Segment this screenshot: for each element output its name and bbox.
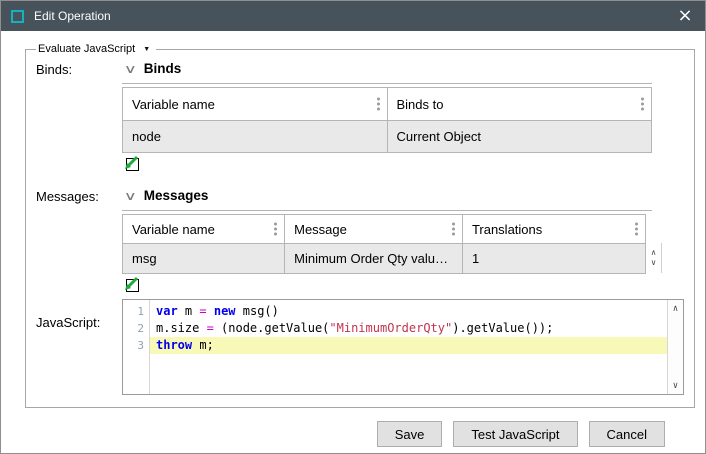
column-header-variable-name[interactable]: Variable name <box>123 88 388 121</box>
column-menu-icon[interactable] <box>452 228 455 231</box>
scroll-down-icon[interactable]: ∨ <box>673 381 678 391</box>
edit-operation-dialog: Edit Operation × Evaluate JavaScript ▼ B… <box>0 0 706 454</box>
panel-legend[interactable]: Evaluate JavaScript ▼ <box>36 43 156 55</box>
dialog-body: Evaluate JavaScript ▼ Binds: ∨ Binds Var… <box>1 31 705 447</box>
scroll-up-icon[interactable]: ∧ <box>651 249 657 257</box>
messages-label: Messages: <box>34 186 122 293</box>
code-line-3[interactable]: throw m; <box>150 337 667 354</box>
table-row[interactable]: nodeCurrent Object <box>123 121 652 153</box>
test-javascript-button[interactable]: Test JavaScript <box>453 421 577 447</box>
column-menu-icon[interactable] <box>635 228 638 231</box>
binds-section-title: Binds <box>144 61 182 76</box>
column-header-binds-to[interactable]: Binds to <box>387 88 652 121</box>
code-token-plain: ).getValue()); <box>452 321 553 335</box>
table-cell[interactable]: 1 <box>462 244 645 274</box>
binds-row: Binds: ∨ Binds Variable name Binds to node… <box>34 59 684 172</box>
window-title: Edit Operation <box>34 9 111 23</box>
messages-scrollbar[interactable]: ∧ ∨ <box>646 243 662 273</box>
binds-add-record-button[interactable] <box>123 155 141 172</box>
code-token-plain: (node.getValue( <box>214 321 330 335</box>
binds-section-header[interactable]: ∨ Binds <box>122 59 652 84</box>
table-cell[interactable]: node <box>123 121 388 153</box>
column-header-label: Variable name <box>132 97 215 112</box>
table-cell[interactable]: Minimum Order Qty value i... <box>285 244 463 274</box>
messages-section-title: Messages <box>144 188 209 203</box>
evaluate-javascript-panel: Evaluate JavaScript ▼ Binds: ∨ Binds Var… <box>25 43 695 408</box>
table-row[interactable]: msgMinimum Order Qty value i...1 <box>123 244 646 274</box>
code-line-2[interactable]: m.size = (node.getValue("MinimumOrderQty… <box>150 320 667 337</box>
code-area[interactable]: var m = new msg()m.size = (node.getValue… <box>150 300 667 394</box>
code-token-keyword: new <box>214 304 236 318</box>
new-record-icon <box>123 276 141 293</box>
code-token-plain: m <box>178 304 200 318</box>
collapse-chevron-icon[interactable]: ∨ <box>124 189 137 203</box>
binds-label: Binds: <box>34 59 122 172</box>
line-number: 3 <box>123 337 144 354</box>
scroll-up-icon[interactable]: ∧ <box>673 304 678 314</box>
column-menu-icon[interactable] <box>274 228 277 231</box>
line-number: 1 <box>123 303 144 320</box>
messages-row: Messages: ∨ Messages Variable name Messag… <box>34 186 684 293</box>
column-header-variable-name[interactable]: Variable name <box>123 215 285 244</box>
cancel-button[interactable]: Cancel <box>589 421 665 447</box>
code-line-1[interactable]: var m = new msg() <box>150 303 667 320</box>
column-menu-icon[interactable] <box>377 103 380 106</box>
dropdown-arrow-icon[interactable]: ▼ <box>143 46 150 53</box>
code-token-keyword: throw <box>156 338 192 352</box>
column-header-translations[interactable]: Translations <box>462 215 645 244</box>
code-token-plain <box>207 304 214 318</box>
code-token-plain: m; <box>192 338 214 352</box>
line-number: 2 <box>123 320 144 337</box>
titlebar: Edit Operation × <box>1 1 705 31</box>
messages-add-record-button[interactable] <box>123 276 141 293</box>
scroll-down-icon[interactable]: ∨ <box>651 259 657 267</box>
binds-table: Variable name Binds to nodeCurrent Object <box>122 87 652 153</box>
column-header-label: Binds to <box>397 97 444 112</box>
code-token-operator: = <box>199 304 206 318</box>
app-icon <box>11 10 24 23</box>
column-menu-icon[interactable] <box>641 103 644 106</box>
collapse-chevron-icon[interactable]: ∨ <box>124 62 137 76</box>
column-header-label: Message <box>294 222 347 237</box>
code-token-operator: = <box>207 321 214 335</box>
javascript-code-editor[interactable]: 123 var m = new msg()m.size = (node.getV… <box>122 299 684 395</box>
new-record-icon <box>123 155 141 172</box>
table-cell[interactable]: msg <box>123 244 285 274</box>
column-header-message[interactable]: Message <box>285 215 463 244</box>
messages-section-header[interactable]: ∨ Messages <box>122 186 652 211</box>
messages-table: Variable name Message Translations msgMinim… <box>122 214 646 274</box>
editor-scrollbar[interactable]: ∧ ∨ <box>667 300 683 394</box>
footer-button-bar: Save Test JavaScript Cancel <box>25 408 685 447</box>
column-header-label: Variable name <box>132 222 215 237</box>
save-button[interactable]: Save <box>377 421 443 447</box>
code-token-keyword: var <box>156 304 178 318</box>
table-cell[interactable]: Current Object <box>387 121 652 153</box>
panel-legend-label: Evaluate JavaScript <box>38 43 135 55</box>
code-token-string: "MinimumOrderQty" <box>329 321 452 335</box>
code-token-plain: m.size <box>156 321 207 335</box>
javascript-row: JavaScript: 123 var m = new msg()m.size … <box>34 299 684 395</box>
close-icon[interactable]: × <box>673 7 697 25</box>
javascript-label: JavaScript: <box>34 299 122 395</box>
code-token-plain: msg() <box>236 304 279 318</box>
column-header-label: Translations <box>472 222 542 237</box>
line-number-gutter: 123 <box>123 300 150 394</box>
